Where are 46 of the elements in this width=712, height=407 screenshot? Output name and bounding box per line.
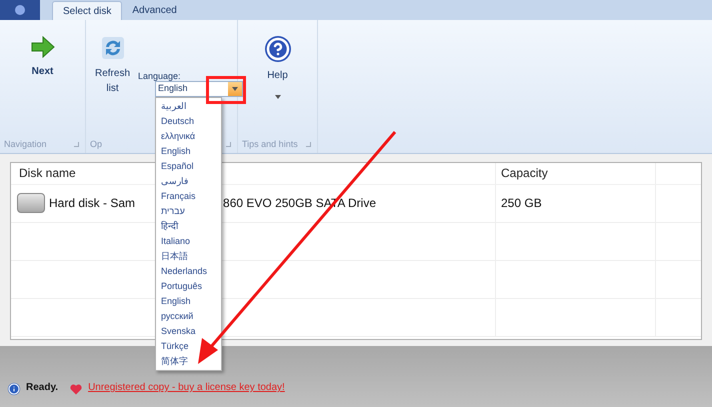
language-option[interactable]: Español — [156, 159, 221, 174]
language-option[interactable]: עברית — [156, 204, 221, 219]
language-option[interactable]: Svenska — [156, 324, 221, 339]
language-option[interactable]: English — [156, 144, 221, 159]
language-label: Language: — [138, 70, 182, 83]
dialog-launcher-icon[interactable] — [226, 142, 231, 148]
language-option[interactable]: فارسی — [156, 174, 221, 189]
highlight-frame — [206, 76, 246, 104]
help-icon — [264, 36, 290, 62]
arrow-right-icon — [30, 36, 54, 58]
caret-icon — [232, 87, 238, 91]
heart-icon — [70, 384, 82, 395]
language-option[interactable]: Deutsch — [156, 114, 221, 129]
ribbon-button[interactable]: Refresh list — [95, 36, 130, 96]
capacity-cell: 250 GB — [496, 184, 656, 222]
column-header[interactable]: Disk name — [19, 164, 76, 182]
ribbon-tab[interactable]: Select disk — [52, 1, 122, 20]
language-option[interactable]: Português — [156, 279, 221, 294]
column-header[interactable]: Capacity — [496, 162, 656, 184]
info-icon — [8, 383, 20, 395]
group-label: Tips and hints — [242, 138, 298, 151]
status-text: Ready. — [26, 381, 58, 395]
disk-name: Hard disk - Sam — [49, 195, 136, 212]
language-option[interactable]: 日本語 — [156, 249, 221, 264]
language-option[interactable]: 简体字 — [156, 354, 221, 369]
group-label: Navigation — [4, 138, 47, 151]
app-icon — [15, 5, 25, 15]
group-label: Op — [90, 138, 102, 151]
language-option[interactable]: Nederlands — [156, 264, 221, 279]
language-option[interactable]: English — [156, 294, 221, 309]
app-menu-button[interactable] — [0, 0, 40, 20]
ribbon-button[interactable]: Next — [30, 36, 54, 79]
language-option[interactable]: العربية — [156, 99, 221, 114]
refresh-icon — [100, 36, 124, 60]
dialog-launcher-icon[interactable] — [74, 142, 79, 148]
dropdown-button[interactable] — [228, 82, 242, 96]
ribbon-tab[interactable]: Advanced — [122, 1, 187, 20]
language-option[interactable]: Français — [156, 189, 221, 204]
language-combo-box[interactable]: English — [155, 81, 243, 97]
language-option[interactable]: हिन्दी — [156, 219, 221, 234]
language-option[interactable]: ελληνικά — [156, 129, 221, 144]
ribbon-button[interactable]: Help — [264, 36, 290, 99]
language-option[interactable]: Türkçe — [156, 339, 221, 354]
dialog-launcher-icon[interactable] — [306, 142, 311, 148]
language-option[interactable]: Italiano — [156, 234, 221, 249]
language-option[interactable]: русский — [156, 309, 221, 324]
